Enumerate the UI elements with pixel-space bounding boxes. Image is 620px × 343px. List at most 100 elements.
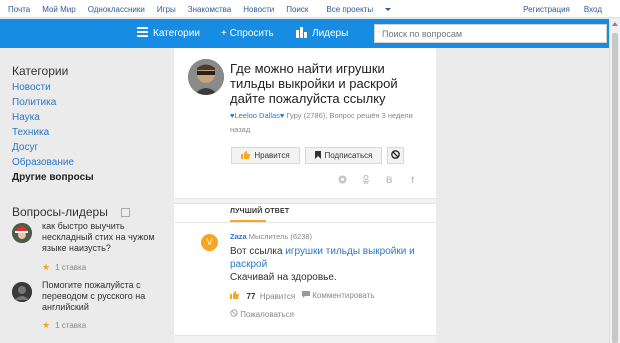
comment-icon — [302, 291, 312, 300]
subscribe-button-label: Подписаться — [324, 151, 373, 160]
stakes-info: ★ 1 ставка — [42, 320, 86, 331]
odnoklassniki-share-icon[interactable] — [361, 174, 371, 186]
like-button[interactable]: Нравится — [231, 147, 300, 164]
ask-button[interactable]: + Спросить — [221, 19, 274, 48]
sidebar: Категории Новости Политика Наука Техника… — [0, 48, 170, 343]
scrollbar-thumb[interactable] — [612, 33, 618, 343]
leaders-button-label: Лидеры — [312, 28, 349, 39]
nav-link-search[interactable]: Поиск — [286, 5, 308, 14]
answer-author-meta: Мыслитель (6238) — [246, 232, 313, 241]
leader-question-line: языке наизусть? — [42, 243, 111, 253]
divider — [174, 222, 436, 223]
block-icon — [391, 150, 400, 161]
best-answer-label: ЛУЧШИЙ ОТВЕТ — [230, 208, 290, 215]
avatar[interactable] — [188, 59, 224, 95]
category-education[interactable]: Образование — [12, 157, 74, 168]
leader-question-line: переводом с русского на — [42, 291, 146, 301]
subscribe-button[interactable]: Подписаться — [305, 147, 382, 164]
answer-text-line: Скачивай на здоровье. — [230, 272, 337, 283]
author-link[interactable]: ♥Leeloo Dallas♥ — [230, 111, 284, 120]
answer-like-count: 77 — [246, 292, 256, 301]
category-science[interactable]: Наука — [12, 112, 40, 123]
nav-link-all-projects[interactable]: Все проекты — [320, 5, 397, 14]
category-technology[interactable]: Техника — [12, 127, 49, 138]
chevron-down-icon — [385, 7, 392, 11]
stakes-info: ★ 1 ставка — [42, 262, 86, 273]
leaders-heading: Вопросы-лидеры — [12, 205, 108, 219]
nav-link-mail[interactable]: Почта — [8, 5, 30, 14]
nav-link-games[interactable]: Игры — [157, 5, 176, 14]
star-icon: ★ — [42, 320, 51, 330]
leader-question-line: как быстро выучить — [42, 221, 125, 231]
complain-button-label: Пожаловаться — [240, 310, 294, 319]
leaders-button[interactable]: Лидеры — [296, 19, 348, 48]
leader-question[interactable]: как быстро выучить нескладный стих на чу… — [12, 221, 162, 277]
comment-button-label: Комментировать — [312, 291, 375, 300]
category-news[interactable]: Новости — [12, 82, 51, 93]
page-scrollbar[interactable] — [609, 19, 620, 343]
top-navigation: Почта Мой Мир Одноклассники Игры Знакомс… — [0, 0, 620, 18]
leader-question-text[interactable]: как быстро выучить нескладный стих на чу… — [42, 221, 162, 254]
category-politics[interactable]: Политика — [12, 97, 56, 108]
category-other-questions[interactable]: Другие вопросы — [12, 172, 94, 183]
complain-button[interactable]: Пожаловаться — [230, 309, 294, 319]
categories-button-label: Категории — [153, 28, 200, 39]
nav-link-dating[interactable]: Знакомства — [188, 5, 232, 14]
avatar[interactable]: V — [201, 234, 218, 251]
answer-text-prefix: Вот ссылка — [230, 246, 286, 257]
leader-question-line: нескладный стих на чужом — [42, 232, 155, 242]
nav-link-odnoklassniki[interactable]: Одноклассники — [88, 5, 145, 14]
leader-question[interactable]: Помогите пожалуйста с переводом с русско… — [12, 280, 162, 336]
leader-question-text[interactable]: Помогите пожалуйста с переводом с русско… — [42, 280, 162, 313]
like-button-label: Нравится — [254, 151, 290, 160]
answer-text: Вот ссылка игрушки тильды выкройки и рас… — [230, 245, 425, 284]
list-icon — [137, 27, 148, 40]
leader-question-line: английский — [42, 302, 89, 312]
bar-chart-icon — [296, 26, 307, 41]
thumbs-up-icon — [241, 150, 251, 161]
facebook-share-icon[interactable]: f — [409, 175, 419, 186]
block-icon — [230, 309, 240, 319]
scroll-up-icon[interactable] — [612, 22, 618, 26]
avatar — [12, 223, 32, 243]
section-divider — [174, 198, 436, 204]
nav-link-news[interactable]: Новости — [243, 5, 274, 14]
bookmark-icon — [314, 150, 321, 161]
avatar — [12, 282, 32, 302]
answer-like-label: Нравится — [259, 292, 296, 301]
project-links: Почта Мой Мир Одноклассники Игры Знакомс… — [0, 0, 403, 18]
login-link[interactable]: Вход — [584, 5, 602, 14]
collapse-icon[interactable] — [121, 208, 130, 217]
answer-author-info: Zaza Мыслитель (6238) — [230, 232, 312, 241]
stakes-count: 1 ставка — [55, 263, 87, 272]
mail-share-icon[interactable] — [337, 175, 347, 186]
author-meta-time: назад — [230, 125, 251, 134]
answer-author-link[interactable]: Zaza — [230, 232, 247, 241]
question-title-line: тильды выкройки и раскрой — [230, 76, 398, 91]
stakes-count: 1 ставка — [55, 321, 87, 330]
svg-text:B: B — [386, 175, 393, 184]
auth-links: Регистрация Вход — [509, 0, 602, 18]
nav-link-my-world[interactable]: Мой Мир — [42, 5, 75, 14]
question-author-info: ♥Leeloo Dallas♥ Гуру (2786), Вопрос решё… — [230, 109, 430, 137]
question-title-line: дайте пожалуйста ссылку — [230, 91, 386, 106]
all-projects-label: Все проекты — [326, 4, 374, 14]
register-link[interactable]: Регистрация — [523, 5, 570, 14]
comment-button[interactable]: Комментировать — [302, 291, 375, 300]
categories-heading: Категории — [12, 64, 69, 78]
category-leisure[interactable]: Досуг — [12, 142, 38, 153]
leader-question-line: Помогите пожалуйста с — [42, 280, 141, 290]
thumbs-up-icon — [230, 291, 242, 301]
section-divider — [174, 335, 436, 343]
categories-button[interactable]: Категории — [137, 19, 200, 48]
vk-share-icon[interactable]: B — [385, 175, 395, 186]
author-meta: Гуру (2786), Вопрос решён 3 недели — [284, 111, 413, 120]
question-title: Где можно найти игрушки тильды выкройки … — [230, 61, 430, 106]
search-input[interactable] — [374, 24, 607, 43]
svg-text:f: f — [411, 175, 415, 184]
question-card: Где можно найти игрушки тильды выкройки … — [174, 48, 436, 343]
star-icon: ★ — [42, 262, 51, 272]
main-toolbar: Категории + Спросить Лидеры — [0, 19, 609, 48]
block-button[interactable] — [387, 147, 404, 164]
answer-like-button[interactable]: 77 Нравится — [230, 291, 295, 301]
